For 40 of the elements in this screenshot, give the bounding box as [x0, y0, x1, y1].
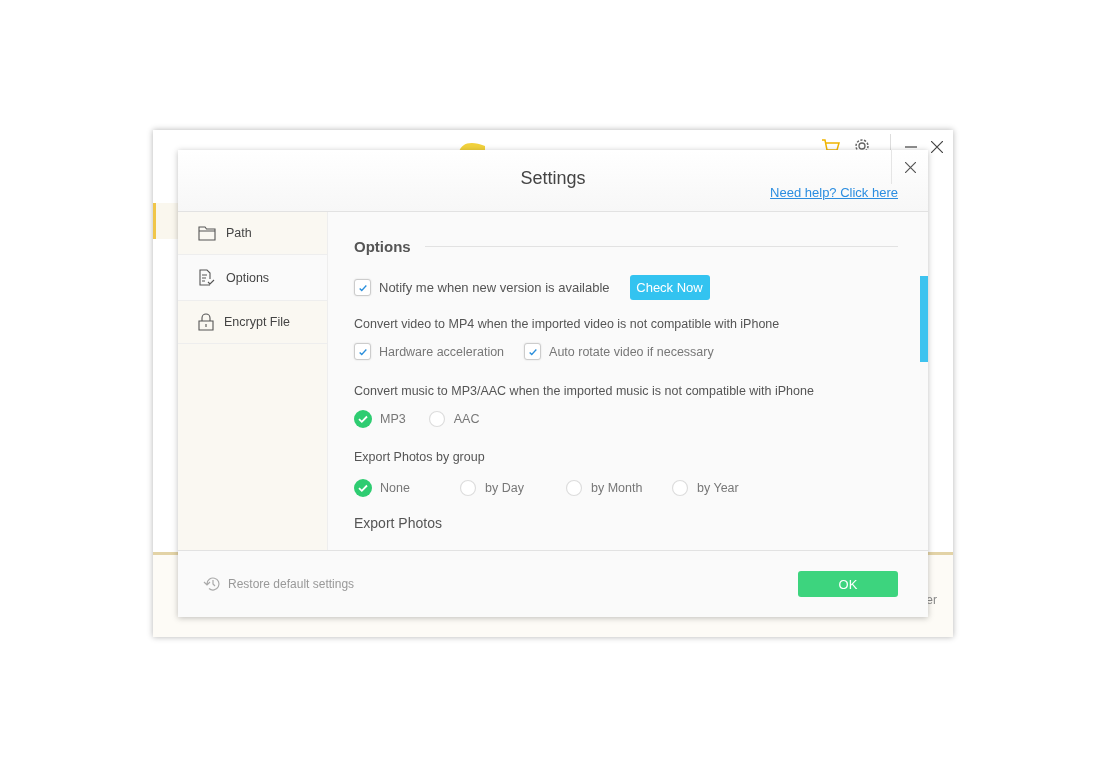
setting-label: Convert music to MP3/AAC when the imported music is not compatible with iPhone — [354, 384, 815, 398]
folder-icon — [198, 225, 216, 241]
section-heading: Options — [354, 238, 411, 255]
radio-button[interactable] — [459, 479, 477, 497]
document-check-icon — [198, 268, 216, 287]
check-icon — [357, 282, 368, 293]
radio-button[interactable] — [671, 479, 689, 497]
ok-button[interactable]: OK — [798, 571, 898, 597]
setting-label: Export Photos by group — [354, 450, 486, 464]
radio-button[interactable] — [354, 410, 372, 428]
option-label: by Month — [591, 481, 643, 495]
check-icon — [357, 346, 368, 357]
dialog-title: Settings — [520, 168, 586, 189]
option-label: Notify me when new version is available — [379, 280, 610, 295]
radio-button[interactable] — [354, 479, 372, 497]
help-link[interactable]: Need help? Click here — [770, 185, 898, 200]
option-label: Auto rotate video if necessary — [549, 344, 714, 359]
close-icon — [904, 161, 916, 173]
restore-defaults-button[interactable]: Restore default settings — [202, 575, 355, 593]
sidebar-item[interactable]: Encrypt File — [178, 301, 327, 344]
sidebar-item[interactable]: Options — [178, 255, 327, 301]
option-label: by Year — [697, 481, 739, 495]
history-icon — [202, 575, 222, 593]
option-label: MP3 — [380, 412, 406, 426]
radio-button[interactable] — [565, 479, 583, 497]
checkbox[interactable] — [354, 343, 371, 360]
checkbox[interactable] — [354, 279, 371, 296]
section-heading: Export Photos — [354, 515, 442, 531]
radio-button[interactable] — [427, 410, 446, 428]
option-label: AAC — [453, 412, 480, 426]
option-label: by Day — [485, 481, 524, 495]
lock-icon — [198, 313, 214, 331]
scrollbar-thumb[interactable] — [920, 276, 928, 362]
check-icon — [527, 346, 538, 357]
check-now-button[interactable]: Check Now — [629, 275, 710, 300]
option-label: Hardware acceleration — [379, 344, 505, 359]
option-label: None — [380, 481, 410, 495]
close-icon[interactable] — [931, 141, 943, 153]
setting-label: Convert video to MP4 when the imported video is not compatible with iPhone — [354, 317, 781, 331]
checkbox[interactable] — [524, 343, 542, 360]
